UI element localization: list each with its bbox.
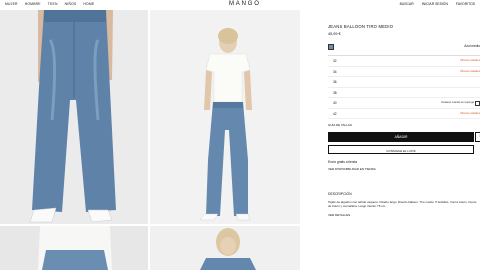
description-text: Tejido de algodón con teñido vaquero. Di… (328, 200, 477, 209)
size-option[interactable]: 36 (328, 77, 480, 88)
nav-ninos[interactable]: Niños (65, 2, 77, 6)
login-link[interactable]: Iniciar sesión (422, 2, 448, 6)
product-price: 45,99 € (328, 32, 341, 36)
nav-hombre[interactable]: Hombre (25, 2, 41, 6)
description-heading: Descripción (328, 192, 352, 196)
stock-note: Últimas unidades (460, 111, 480, 115)
nav-teen[interactable]: Teen (48, 2, 58, 6)
product-photo-detail[interactable] (0, 226, 148, 270)
mango-logo[interactable]: MANGO (229, 1, 261, 7)
jeans-front-image (0, 10, 148, 224)
product-photo-portrait[interactable] (150, 226, 300, 270)
section-nav: Mujer Hombre Teen Niños Home (5, 2, 94, 6)
nav-mujer[interactable]: Mujer (5, 2, 18, 6)
shipping-info: Envío gratis a tienda (328, 160, 358, 164)
stock-note: Últimas unidades (460, 59, 480, 62)
product-photo-model[interactable] (150, 10, 300, 224)
account-nav: Buscar Iniciar sesión Favoritos (400, 2, 475, 6)
product-title: JEANS BALLOON TIRO MEDIO (328, 24, 394, 29)
favorite-button[interactable]: ♡ (475, 132, 480, 142)
size-option[interactable]: 34 Últimas unidades (328, 67, 480, 77)
model-wearing-jeans-image (150, 10, 300, 224)
size-label: 42 (333, 111, 337, 116)
search-link[interactable]: Buscar (400, 2, 414, 6)
size-option[interactable]: 42 Últimas unidades (328, 109, 480, 119)
size-option[interactable]: 40 Avísame cuando se reponga (328, 98, 480, 109)
look-button-label: Consigue el look (386, 148, 416, 153)
size-label: 38 (333, 90, 337, 95)
store-availability-link[interactable]: Ver disponibilidad en tienda (328, 167, 480, 171)
size-option[interactable]: 38 (328, 88, 480, 98)
color-swatch[interactable] (328, 44, 334, 50)
size-label: 40 (333, 101, 337, 105)
size-label: 34 (333, 69, 337, 74)
size-guide-link[interactable]: Guía de tallas (328, 123, 480, 127)
product-info-panel: JEANS BALLOON TIRO MEDIO 45,99 € Azul me… (328, 24, 480, 217)
product-photo-front[interactable] (0, 10, 148, 224)
add-button-label: Añadir (394, 135, 408, 139)
add-to-bag-button[interactable]: Añadir ♡ (328, 132, 480, 142)
model-portrait-image (150, 226, 300, 270)
details-link[interactable]: Ver detalles (328, 213, 480, 217)
nav-home[interactable]: Home (83, 2, 94, 6)
top-navigation: Mujer Hombre Teen Niños Home MANGO Busca… (0, 0, 480, 8)
color-selector[interactable]: Azul medio (328, 43, 480, 51)
get-the-look-button[interactable]: Consigue el look (328, 145, 474, 154)
stock-note: Últimas unidades (460, 69, 480, 73)
jeans-waist-detail-image (0, 226, 148, 270)
size-option[interactable]: 32 Últimas unidades (328, 56, 480, 67)
notify-mail-icon[interactable] (474, 100, 480, 106)
size-label: 32 (333, 59, 337, 63)
notify-note: Avísame cuando se reponga (441, 101, 474, 104)
size-label: 36 (333, 80, 337, 84)
color-name: Azul medio (464, 44, 480, 48)
favorites-link[interactable]: Favoritos (456, 2, 475, 6)
size-list: 32 Últimas unidades 34 Últimas unidades … (328, 55, 480, 119)
